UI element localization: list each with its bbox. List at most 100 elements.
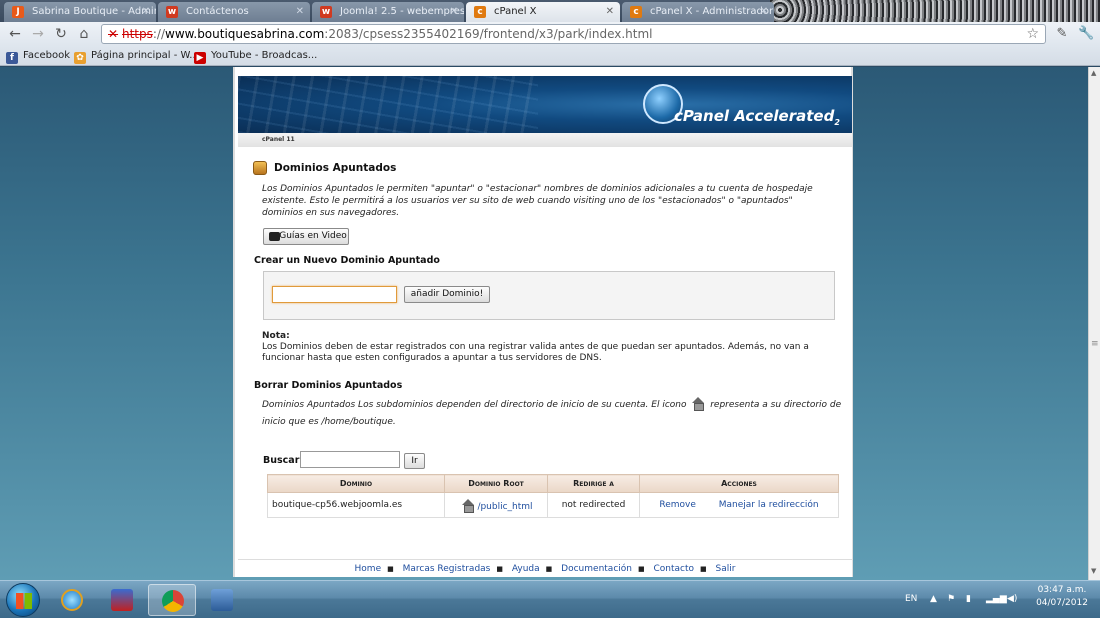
close-icon[interactable]: ✕ bbox=[296, 2, 304, 22]
footer-separator: ■ bbox=[387, 565, 394, 573]
new-domain-input[interactable] bbox=[272, 286, 397, 303]
tab-sabrina-boutique[interactable]: J Sabrina Boutique - Admin ✕ bbox=[4, 2, 156, 22]
home-directory-icon bbox=[691, 397, 705, 411]
extension-icon[interactable]: ✎ bbox=[1054, 26, 1070, 42]
column-header-root[interactable]: Dominio Root bbox=[444, 474, 548, 493]
media-app-icon bbox=[111, 589, 133, 611]
browser-toolbar: ← → ↻ ⌂ ✕ https://www.boutiquesabrina.co… bbox=[0, 22, 1100, 46]
action-center-flag-icon[interactable]: ⚑ bbox=[947, 594, 955, 604]
bookmark-pagina-principal[interactable]: ✿ Página principal - W... bbox=[74, 49, 199, 64]
scroll-grip-icon[interactable]: ≡ bbox=[1091, 339, 1099, 349]
internet-explorer-icon bbox=[61, 589, 83, 611]
cpanel-page: cPanel Accelerated2 cPanel 11 Dominios A… bbox=[233, 67, 853, 577]
footer-link-documentacion[interactable]: Documentación bbox=[561, 564, 632, 574]
table-header-row: Dominio Dominio Root Redirige a Acciones bbox=[267, 474, 839, 493]
cpanel-footer: Home ■ Marcas Registradas ■ Ayuda ■ Documen… bbox=[238, 559, 852, 577]
taskbar-chrome[interactable] bbox=[148, 584, 196, 616]
address-bar[interactable]: ✕ https://www.boutiquesabrina.com:2083/c… bbox=[101, 24, 1046, 44]
logo-version: 2 bbox=[834, 118, 840, 127]
start-button[interactable] bbox=[6, 583, 40, 617]
windows-logo-icon bbox=[16, 593, 32, 609]
scroll-up-icon[interactable]: ▲ bbox=[1091, 69, 1096, 77]
search-input[interactable] bbox=[300, 451, 400, 468]
footer-link-home[interactable]: Home bbox=[355, 564, 382, 574]
tab-cpanel-admin[interactable]: c cPanel X - Administrador ✕ bbox=[622, 2, 774, 22]
windows-taskbar: EN ▲ ⚑ ▮ ▂▄▆ ◀) 03:47 a.m. 04/07/2012 bbox=[0, 580, 1100, 618]
url-scheme: https bbox=[122, 27, 153, 41]
close-icon[interactable]: ✕ bbox=[606, 2, 614, 22]
bookmark-youtube[interactable]: ▶ YouTube - Broadcas... bbox=[194, 49, 317, 64]
close-icon[interactable]: ✕ bbox=[450, 2, 458, 22]
close-icon[interactable]: ✕ bbox=[142, 2, 150, 22]
footer-link-marcas[interactable]: Marcas Registradas bbox=[403, 564, 491, 574]
browser-tab-strip: J Sabrina Boutique - Admin ✕ w Contácten… bbox=[0, 0, 1100, 22]
home-icon[interactable]: ⌂ bbox=[75, 25, 93, 43]
system-clock[interactable]: 03:47 a.m. 04/07/2012 bbox=[1032, 584, 1092, 610]
remove-link[interactable]: Remove bbox=[659, 500, 696, 510]
video-tutorials-button[interactable]: Guías en Video bbox=[263, 228, 349, 245]
language-indicator[interactable]: EN bbox=[905, 594, 917, 604]
parked-domains-table: Dominio Dominio Root Redirige a Acciones… bbox=[267, 474, 839, 518]
tab-title: cPanel X bbox=[494, 6, 537, 17]
vertical-scrollbar[interactable]: ▲ ≡ ▼ bbox=[1088, 67, 1100, 580]
wrench-icon[interactable]: 🔧 bbox=[1078, 26, 1094, 42]
home-directory-icon bbox=[461, 498, 475, 513]
logo-accelerated: Accelerated bbox=[734, 107, 835, 125]
park-domains-content: Dominios Apuntados Los Dominios Apuntado… bbox=[238, 147, 852, 559]
note-text: Los Dominios deben de estar registrados … bbox=[262, 342, 809, 363]
back-arrow-icon[interactable]: ← bbox=[6, 25, 24, 43]
add-domain-button[interactable]: añadir Dominio! bbox=[404, 286, 490, 303]
bookmark-facebook[interactable]: f Facebook bbox=[6, 49, 70, 64]
footer-link-contacto[interactable]: Contacto bbox=[653, 564, 694, 574]
tab-cpanel-x[interactable]: c cPanel X ✕ bbox=[466, 2, 620, 22]
search-label: Buscar bbox=[263, 455, 300, 466]
top-links-strip bbox=[239, 67, 851, 75]
cpanel-banner: cPanel Accelerated2 bbox=[238, 76, 852, 133]
taskbar-ie[interactable] bbox=[48, 584, 96, 616]
footer-separator: ■ bbox=[700, 565, 707, 573]
actions-cell: Remove Manejar la redirección bbox=[639, 492, 839, 518]
tab-title: Joomla! 2.5 - webempresa bbox=[340, 6, 464, 17]
show-hidden-icons-icon[interactable]: ▲ bbox=[930, 594, 937, 604]
column-header-redirect[interactable]: Redirige a bbox=[547, 474, 640, 493]
window-frame-lace-decoration bbox=[770, 0, 1100, 22]
logo-cpanel: cPanel bbox=[674, 107, 730, 125]
taskbar-virtualbox[interactable] bbox=[198, 584, 246, 616]
clock-time: 03:47 a.m. bbox=[1037, 585, 1087, 595]
column-header-actions: Acciones bbox=[639, 474, 839, 493]
tab-title: Contáctenos bbox=[186, 6, 249, 17]
taskbar-app-media[interactable] bbox=[98, 584, 146, 616]
virtualbox-icon bbox=[211, 589, 233, 611]
bookmark-star-icon[interactable]: ☆ bbox=[1026, 25, 1039, 43]
tab-contactenos[interactable]: w Contáctenos ✕ bbox=[158, 2, 310, 22]
manage-redirect-link[interactable]: Manejar la redirección bbox=[719, 500, 819, 510]
bookmark-label: Facebook bbox=[23, 50, 70, 61]
scroll-down-icon[interactable]: ▼ bbox=[1091, 567, 1096, 575]
search-go-button[interactable]: Ir bbox=[404, 453, 425, 469]
cpanel-version-bar: cPanel 11 bbox=[238, 133, 852, 147]
create-heading: Crear un Nuevo Dominio Apuntado bbox=[254, 255, 440, 266]
root-link[interactable]: /public_html bbox=[477, 502, 532, 512]
footer-separator: ■ bbox=[545, 565, 553, 573]
forward-arrow-icon[interactable]: → bbox=[29, 25, 47, 43]
power-icon[interactable]: ▮ bbox=[966, 594, 971, 604]
close-icon[interactable]: ✕ bbox=[760, 2, 768, 22]
create-domain-box: añadir Dominio! bbox=[263, 271, 835, 320]
clock-date: 04/07/2012 bbox=[1036, 598, 1088, 608]
footer-link-salir[interactable]: Salir bbox=[716, 564, 736, 574]
web-icon: w bbox=[320, 6, 332, 18]
windows-live-icon: ✿ bbox=[74, 52, 86, 64]
youtube-icon: ▶ bbox=[194, 52, 206, 64]
video-button-label: Guías en Video bbox=[279, 231, 347, 241]
tab-title: cPanel X - Administrador bbox=[650, 6, 774, 17]
bookmark-label: YouTube - Broadcas... bbox=[211, 50, 318, 61]
footer-link-ayuda[interactable]: Ayuda bbox=[512, 564, 540, 574]
chrome-icon bbox=[162, 590, 184, 612]
network-signal-icon[interactable]: ▂▄▆ bbox=[986, 594, 1007, 604]
tab-joomla[interactable]: w Joomla! 2.5 - webempresa ✕ bbox=[312, 2, 464, 22]
volume-icon[interactable]: ◀) bbox=[1007, 594, 1017, 604]
reload-icon[interactable]: ↻ bbox=[52, 25, 70, 43]
column-header-domain[interactable]: Dominio bbox=[267, 474, 445, 493]
delete-description-part-1: Dominios Apuntados Los subdominios depen… bbox=[262, 400, 687, 410]
footer-separator: ■ bbox=[496, 565, 503, 573]
